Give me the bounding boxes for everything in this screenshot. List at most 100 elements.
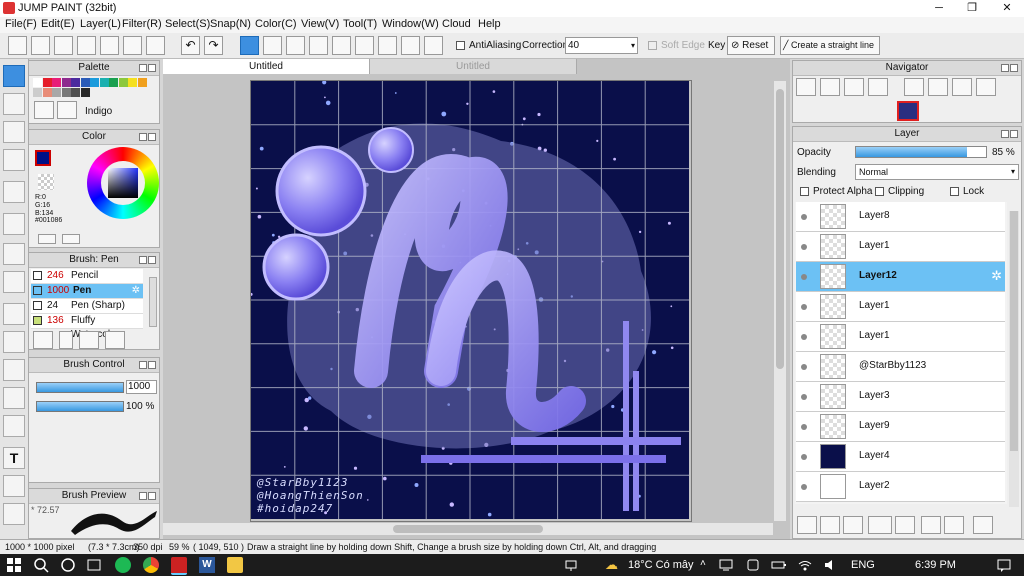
brush-size-slider[interactable] (36, 382, 124, 393)
task-view-icon[interactable] (86, 557, 102, 573)
copy-brush-icon[interactable] (79, 331, 99, 349)
add-brush-icon[interactable] (33, 331, 53, 349)
weather-text[interactable]: 18°C Có mây (628, 559, 694, 571)
eye-icon[interactable] (801, 274, 807, 280)
layer-row[interactable]: Layer3 (796, 382, 1005, 412)
eraser-tool-icon[interactable] (3, 93, 25, 115)
minimize-icon[interactable]: ─ (922, 0, 956, 17)
brush-item-pencil[interactable]: 246 Pencil (31, 269, 143, 284)
palette-swatch[interactable] (99, 78, 109, 87)
lock-checkbox[interactable] (950, 187, 959, 196)
operation-tool-icon[interactable] (3, 475, 25, 497)
palette-swatch[interactable] (61, 88, 71, 97)
palette-swatch[interactable] (52, 78, 61, 87)
brush-settings-icon[interactable] (105, 331, 125, 349)
eye-icon[interactable] (801, 304, 807, 310)
spotify-icon[interactable] (115, 557, 131, 573)
document-tab-active[interactable]: Untitled (163, 59, 370, 74)
eye-icon[interactable] (801, 244, 807, 250)
soft-edge-checkbox[interactable] (648, 41, 657, 50)
document-tab-inactive[interactable]: Untitled (370, 59, 577, 74)
palette-swatch[interactable] (61, 78, 71, 87)
zoom-in-icon[interactable] (796, 78, 816, 96)
menu-window[interactable]: Window(W) (382, 18, 439, 30)
duplicate-layer-icon[interactable] (921, 516, 941, 534)
redo-icon[interactable]: ↷ (204, 36, 223, 55)
app-tray-icon[interactable] (745, 557, 761, 573)
menu-help[interactable]: Help (478, 18, 501, 30)
select-pen-tool-icon[interactable] (3, 387, 25, 409)
menu-color[interactable]: Color(C) (255, 18, 297, 30)
color-mode-button[interactable] (38, 234, 56, 244)
word-icon[interactable]: W (199, 557, 215, 573)
correction-select[interactable]: 40 ▾ (565, 37, 638, 54)
select-tool-icon[interactable] (3, 303, 25, 325)
monitor-icon[interactable] (718, 557, 734, 573)
artwork-canvas[interactable]: @StarBby1123 @HoangThienSon #hoidap247 (249, 80, 692, 522)
menu-cloud[interactable]: Cloud (442, 18, 471, 30)
rotate-left-icon[interactable] (904, 78, 924, 96)
layer-row[interactable]: Layer9 (796, 412, 1005, 442)
palette-swatch[interactable] (118, 78, 128, 87)
palette-swatch[interactable] (71, 78, 80, 87)
layer-row[interactable]: Layer12 ✲ (796, 262, 1005, 292)
layer-opacity-slider[interactable] (855, 146, 987, 158)
snap-off-icon[interactable] (240, 36, 259, 55)
menu-file[interactable]: File(F) (5, 18, 37, 30)
eye-icon[interactable] (801, 394, 807, 400)
chrome-icon[interactable] (143, 557, 159, 573)
layer-row[interactable]: @StarBby1123 (796, 352, 1005, 382)
select-eraser-tool-icon[interactable] (3, 415, 25, 437)
palette-swatch[interactable] (42, 78, 52, 87)
cortana-icon[interactable] (60, 557, 76, 573)
brush-folder-icon[interactable] (59, 331, 73, 349)
menu-edit[interactable]: Edit(E) (41, 18, 75, 30)
blending-select[interactable]: Normal ▾ (855, 164, 1019, 180)
vertical-scrollbar[interactable] (774, 81, 786, 521)
snap-crisscross-icon[interactable] (286, 36, 305, 55)
protect-alpha-checkbox[interactable] (800, 187, 809, 196)
palette-swatch[interactable] (33, 78, 42, 87)
snap-polygon-icon[interactable] (401, 36, 420, 55)
pages-icon[interactable] (123, 36, 142, 55)
brush-scrollbar[interactable] (149, 277, 157, 327)
maximize-icon[interactable]: ❐ (955, 0, 989, 17)
add-layer-menu-icon[interactable] (868, 516, 892, 534)
color-slider-button[interactable] (62, 234, 80, 244)
layer-scroll-thumb[interactable] (1010, 211, 1018, 451)
snap-circle-icon[interactable] (355, 36, 374, 55)
delete-layer-icon[interactable] (973, 516, 993, 534)
gear-icon[interactable]: ✲ (991, 268, 1002, 284)
page-icon[interactable] (100, 36, 119, 55)
brush-opacity-slider[interactable] (36, 401, 124, 412)
input-language[interactable]: ENG (851, 559, 875, 571)
menu-snap[interactable]: Snap(N) (210, 18, 251, 30)
navigator-thumbnail[interactable] (897, 101, 919, 121)
magic-wand-tool-icon[interactable] (3, 359, 25, 381)
saturation-square[interactable] (108, 168, 138, 198)
eye-icon[interactable] (801, 484, 807, 490)
layer-folder-icon[interactable] (895, 516, 915, 534)
export-icon[interactable] (31, 36, 50, 55)
comment-icon[interactable] (54, 36, 73, 55)
layer-row[interactable]: Layer1 (796, 292, 1005, 322)
volume-icon[interactable] (823, 557, 839, 573)
clock-time[interactable]: 6:39 PM (915, 559, 956, 571)
primary-color-swatch[interactable] (35, 150, 51, 166)
layer-scrollbar[interactable] (1009, 211, 1019, 507)
palette-swatch[interactable] (71, 88, 80, 97)
palette-swatch[interactable] (52, 88, 61, 97)
rotate-right-icon[interactable] (952, 78, 972, 96)
move-tool-icon[interactable] (3, 181, 25, 203)
merge-layer-icon[interactable] (944, 516, 964, 534)
eyedropper-tool-icon[interactable] (3, 503, 25, 525)
new-raster-layer-icon[interactable] (820, 516, 840, 534)
pen-tool-icon[interactable] (3, 65, 25, 87)
menu-tool[interactable]: Tool(T) (343, 18, 377, 30)
clipping-checkbox[interactable] (875, 187, 884, 196)
windows-start-icon[interactable] (6, 557, 22, 573)
transparent-swatch[interactable] (38, 174, 54, 190)
menu-select[interactable]: Select(S) (165, 18, 210, 30)
menu-view[interactable]: View(V) (301, 18, 339, 30)
eye-icon[interactable] (801, 454, 807, 460)
